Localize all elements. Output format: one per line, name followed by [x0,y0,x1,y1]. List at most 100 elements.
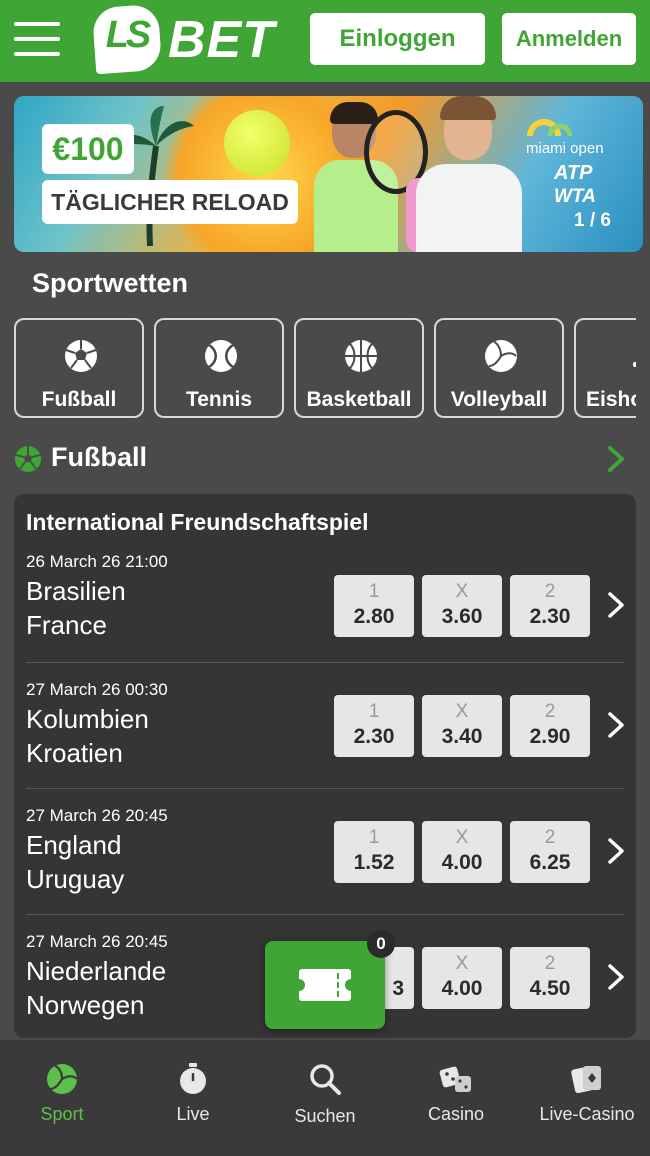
sport-ball-icon [47,1064,78,1094]
odd-label: X [455,827,469,848]
match-row[interactable]: 26 March 26 21:00 Brasilien France 1 2.8… [14,542,636,668]
odd-value: 6.25 [529,851,571,874]
odd-value: 4.50 [529,977,571,1000]
player-image-2 [406,96,532,252]
odd-value: 2.90 [529,725,571,748]
promo-banner[interactable]: €100 TÄGLICHER RELOAD miami open ATP WTA… [14,96,643,252]
sport-card-tennis[interactable]: Tennis [154,318,284,418]
odd-label: X [455,701,469,722]
odd-value: 2.30 [353,725,395,748]
match-time: 26 March 26 21:00 [26,552,168,571]
sports-carousel[interactable]: Fußball Tennis Basketball Volleyball Eis… [14,318,636,420]
sport-label: Volleyball [450,388,548,411]
logo-badge-text: LS [105,14,152,56]
match-time: 27 March 26 20:45 [26,806,168,825]
chevron-right-icon[interactable] [604,444,628,474]
stopwatch-icon [180,1063,206,1094]
nav-item-live-casino[interactable]: Live-Casino [522,1040,650,1156]
sport-label: Basketball [306,388,412,411]
odd-label: 2 [544,953,556,974]
nav-item-live[interactable]: Live [128,1040,258,1156]
odd-button-away[interactable]: 2 2.30 [510,575,590,637]
odd-value: 4.00 [441,977,483,1000]
odd-button-home[interactable]: 1 1.52 [334,821,414,883]
odd-button-draw[interactable]: X 3.60 [422,575,502,637]
row-divider [26,662,624,663]
odd-label: 2 [544,827,556,848]
cards-icon [571,1066,601,1094]
odd-button-home[interactable]: 1 2.80 [334,575,414,637]
odd-label: X [455,581,469,602]
odd-value: 1.52 [353,851,395,874]
odd-label: X [455,953,469,974]
top-header: LS BET Einloggen Anmelden [0,0,650,82]
away-team: Norwegen [26,990,145,1020]
chevron-right-icon[interactable] [606,590,626,620]
tennis-ball-icon [205,340,237,372]
sport-card-basketball[interactable]: Basketball [294,318,424,418]
menu-icon[interactable] [14,22,60,56]
competition-title: International Freundschaftspiel [26,509,369,535]
sports-title: Sportwetten [32,268,189,298]
nav-label: Suchen [294,1106,356,1126]
odd-button-away[interactable]: 2 6.25 [510,821,590,883]
ice-hockey-icon [633,362,636,367]
sport-card-soccer[interactable]: Fußball [14,318,144,418]
odd-value: 2.80 [353,605,395,628]
event-name: miami open [526,140,604,157]
sport-label: Eisho [586,388,636,411]
bottom-navigation: Sport Live Suchen Casino Live-Casino [0,1040,650,1156]
login-button[interactable]: Einloggen [310,13,485,65]
sport-card-volleyball[interactable]: Volleyball [434,318,564,418]
match-time: 27 March 26 00:30 [26,680,168,699]
nav-item-casino[interactable]: Casino [391,1040,521,1156]
home-team: Kolumbien [26,704,149,734]
sport-label: Fußball [41,388,117,411]
tennis-ball-image [224,110,290,176]
chevron-right-icon[interactable] [606,962,626,992]
chevron-right-icon[interactable] [606,836,626,866]
odd-label: 1 [368,581,380,602]
odd-button-draw[interactable]: X 4.00 [422,821,502,883]
match-time: 27 March 26 20:45 [26,932,168,951]
match-row[interactable]: 27 March 26 00:30 Kolumbien Kroatien 1 2… [14,662,636,788]
section-header: Fußball [14,440,636,480]
odd-button-away[interactable]: 2 2.90 [510,695,590,757]
basketball-icon [345,340,377,372]
nav-label: Live [176,1104,210,1124]
banner-counter: 1 / 6 [574,210,611,231]
odd-button-draw[interactable]: X 4.00 [422,947,502,1009]
ticket-icon [293,969,357,1001]
odd-button-draw[interactable]: X 3.40 [422,695,502,757]
odd-value: 3.60 [441,605,483,628]
volleyball-icon [485,340,517,372]
register-button[interactable]: Anmelden [502,13,636,65]
row-divider [26,914,624,915]
logo[interactable]: LS BET [91,3,302,75]
odd-button-home[interactable]: 1 2.30 [334,695,414,757]
odd-label: 1 [368,827,380,848]
match-row[interactable]: 27 March 26 20:45 England Uruguay 1 1.52… [14,788,636,914]
nav-item-sport[interactable]: Sport [0,1040,127,1156]
odd-button-away[interactable]: 2 4.50 [510,947,590,1009]
odd-label: 2 [544,581,556,602]
promo-amount: €100 [42,124,134,174]
odd-label: 2 [544,701,556,722]
soccer-ball-icon [65,340,97,372]
nav-item-search[interactable]: Suchen [260,1040,390,1156]
chevron-right-icon[interactable] [606,710,626,740]
row-divider [26,788,624,789]
away-team: Kroatien [26,738,123,768]
odd-label: 1 [368,701,380,722]
promo-title: TÄGLICHER RELOAD [42,180,298,224]
sport-label: Tennis [185,388,253,411]
sport-card-ice-hockey[interactable]: Eisho [574,318,636,418]
ticket-perforation [337,973,339,997]
betslip-button[interactable] [265,941,385,1029]
soccer-ball-icon [15,446,41,472]
nav-label: Live-Casino [539,1104,635,1124]
nav-label: Casino [427,1104,485,1124]
away-team: Uruguay [26,864,125,894]
search-icon [310,1064,341,1095]
logo-text: BET [168,11,275,69]
